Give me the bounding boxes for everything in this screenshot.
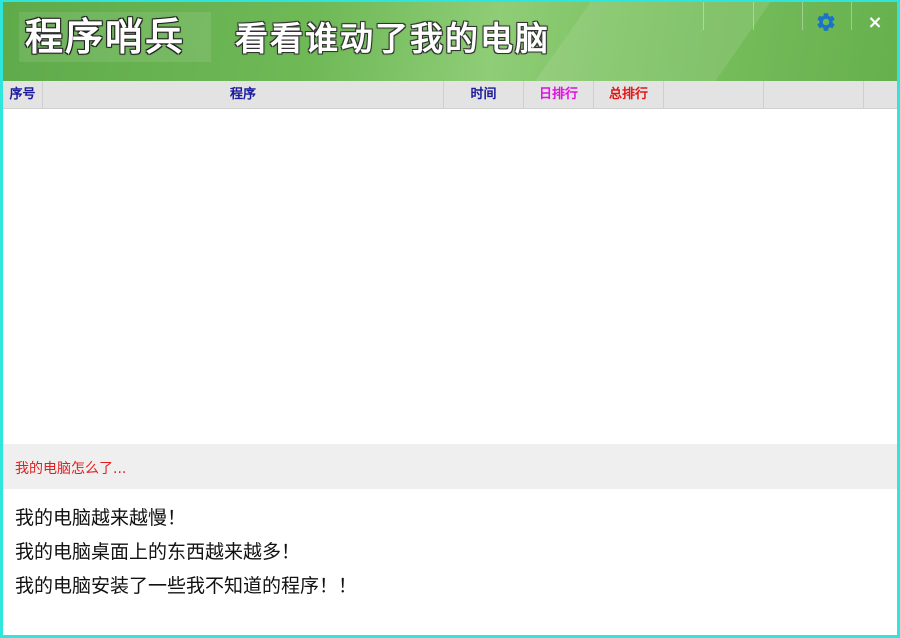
column-header-index[interactable]: 序号 [3, 81, 43, 108]
gear-icon [817, 13, 835, 31]
title-bar-divider [802, 2, 803, 30]
column-header-empty[interactable] [764, 81, 864, 108]
column-header-program[interactable]: 程序 [43, 81, 444, 108]
close-button[interactable]: × [860, 8, 890, 36]
notice-panel: 我的电脑越来越慢！ 我的电脑桌面上的东西越来越多！ 我的电脑安装了一些我不知道的… [3, 489, 897, 603]
notice-heading[interactable]: 我的电脑怎么了... [3, 444, 897, 489]
notice-line: 我的电脑越来越慢！ [15, 507, 187, 529]
table-header: 序号 程序 时间 日排行 总排行 [3, 81, 897, 109]
app-slogan: 看看谁动了我的电脑 [235, 19, 550, 58]
column-header-daily-rank[interactable]: 日排行 [524, 81, 594, 108]
settings-button[interactable] [811, 8, 841, 36]
title-bar[interactable]: 程序哨兵 看看谁动了我的电脑 × [3, 2, 897, 81]
title-bar-divider [753, 2, 754, 30]
column-header-time[interactable]: 时间 [444, 81, 524, 108]
column-header-empty[interactable] [864, 81, 897, 108]
close-icon: × [867, 11, 883, 33]
notice-line: 我的电脑安装了一些我不知道的程序！！ [15, 575, 358, 597]
app-window: 程序哨兵 看看谁动了我的电脑 × 序号 程序 时间 日排行 总排行 我的电脑怎么… [0, 0, 900, 638]
title-bar-divider [851, 2, 852, 30]
column-header-total-rank[interactable]: 总排行 [594, 81, 664, 108]
program-list[interactable] [3, 109, 897, 444]
title-bar-divider [703, 2, 704, 30]
app-title: 程序哨兵 [19, 12, 211, 62]
notice-line: 我的电脑桌面上的东西越来越多！ [15, 541, 301, 563]
column-header-empty[interactable] [664, 81, 764, 108]
